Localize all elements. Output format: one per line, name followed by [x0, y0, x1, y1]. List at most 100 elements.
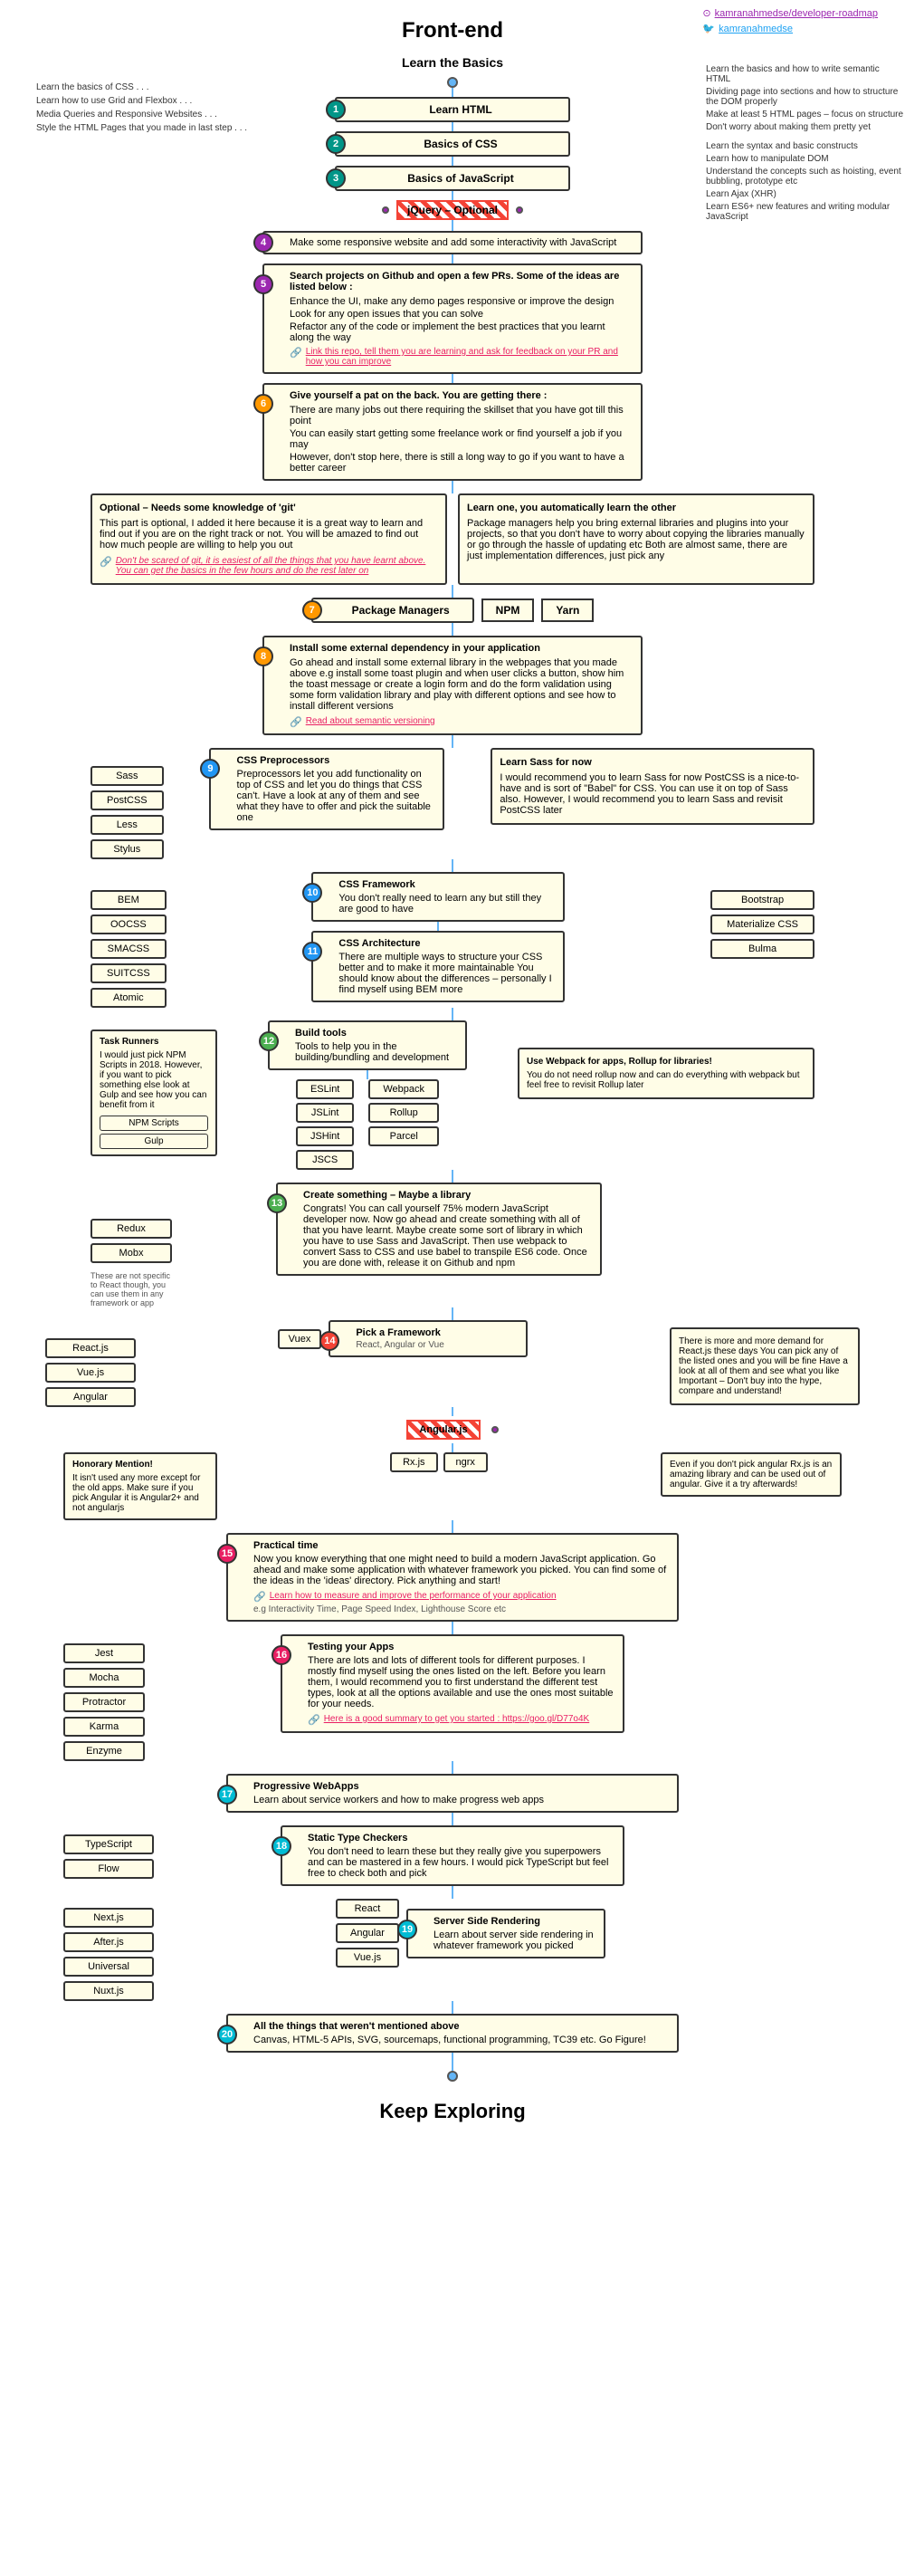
jest-box: Jest	[63, 1643, 145, 1663]
ngrx-box: ngrx	[443, 1452, 488, 1472]
s4-text: Make some responsive website and add som…	[290, 237, 616, 248]
s12-body: Tools to help you in the building/bundli…	[295, 1041, 456, 1063]
s17-num: 17	[217, 1785, 237, 1805]
s14-note: There is more and more demand for React.…	[679, 1336, 851, 1396]
s18-num: 18	[272, 1836, 291, 1856]
github-icon: ⊙	[702, 7, 710, 19]
s16-body: There are lots and lots of different too…	[308, 1655, 614, 1709]
js-note-3: Understand the concepts such as hoisting…	[706, 167, 905, 187]
html-label: Learn HTML	[429, 103, 491, 116]
learn-one-body: Package managers help you bring external…	[467, 518, 805, 561]
css-note-1: Learn the basics of CSS . . .	[36, 82, 247, 92]
s15-link[interactable]: Learn how to measure and improve the per…	[270, 1591, 557, 1601]
mobx-box: Mobx	[90, 1243, 172, 1263]
s18-body: You don't need to learn these but they r…	[308, 1846, 614, 1879]
atomic-box: Atomic	[90, 988, 167, 1008]
s8-num: 8	[253, 646, 273, 666]
suitcss-box: SUITCSS	[90, 963, 167, 983]
js-note-1: Learn the syntax and basic constructs	[706, 141, 905, 151]
s10-body: You don't really need to learn any but s…	[338, 893, 554, 915]
angular-note-body: Even if you don't pick angular Rx.js is …	[670, 1460, 833, 1489]
react-ssr-box: React	[336, 1899, 399, 1919]
twitter-link[interactable]: kamranahmedse	[719, 24, 793, 34]
s7-num: 7	[302, 600, 322, 620]
sass-box: Sass	[90, 766, 164, 786]
html-box: 1 Learn HTML	[335, 97, 570, 122]
bem-box: BEM	[90, 890, 167, 910]
s15-link-icon: 🔗	[253, 1591, 266, 1603]
s9-num: 9	[200, 759, 220, 779]
s20-title: All the things that weren't mentioned ab…	[253, 2021, 668, 2032]
css-num: 2	[326, 134, 346, 154]
js-note-4: Learn Ajax (XHR)	[706, 189, 905, 199]
git-link-icon: 🔗	[100, 556, 112, 568]
s17-body: Learn about service workers and how to m…	[253, 1795, 668, 1805]
nuxtjs-box: Nuxt.js	[63, 1981, 154, 2001]
git-link[interactable]: Don't be scared of git, it is easiest of…	[116, 556, 438, 576]
s19-body: Learn about server side rendering in wha…	[433, 1930, 595, 1951]
redux-note: These are not specific to React though, …	[90, 1271, 172, 1307]
webpack-note-body: You do not need rollup now and can do ev…	[527, 1070, 805, 1090]
s11-body: There are multiple ways to structure you…	[338, 952, 554, 995]
github-link[interactable]: kamranahmedse/developer-roadmap	[715, 8, 878, 19]
s16-link-icon: 🔗	[308, 1714, 320, 1726]
parcel-box: Parcel	[368, 1126, 439, 1146]
js-note-2: Learn how to manipulate DOM	[706, 154, 905, 164]
s11-num: 11	[302, 942, 322, 962]
s5-link-icon: 🔗	[290, 347, 302, 359]
angular-box-left: Angular	[45, 1387, 136, 1407]
s18-title: Static Type Checkers	[308, 1833, 614, 1843]
karma-box: Karma	[63, 1717, 145, 1737]
task-runners-box: Task Runners I would just pick NPM Scrip…	[90, 1029, 217, 1156]
learn-sass-title: Learn Sass for now	[500, 757, 805, 768]
s10-num: 10	[302, 883, 322, 903]
less-box: Less	[90, 815, 164, 835]
css-label: Basics of CSS	[424, 138, 497, 150]
s15-examples: e.g Interactivity Time, Page Speed Index…	[253, 1604, 668, 1614]
js-num: 3	[326, 168, 346, 188]
s5-item-3: Refactor any of the code or implement th…	[290, 321, 632, 343]
s15-num: 15	[217, 1544, 237, 1564]
universal-box: Universal	[63, 1957, 154, 1977]
afterjs-box: After.js	[63, 1932, 154, 1952]
js-label: Basics of JavaScript	[407, 172, 513, 185]
bootstrap-box: Bootstrap	[710, 890, 814, 910]
yarn-box: Yarn	[541, 599, 594, 622]
eslint-box: ESLint	[296, 1079, 354, 1099]
reactjs-box: React.js	[45, 1338, 136, 1358]
s5-link[interactable]: Link this repo, tell them you are learni…	[306, 347, 632, 367]
s15-body: Now you know everything that one might n…	[253, 1554, 668, 1586]
s5-num: 5	[253, 274, 273, 294]
css-box: 2 Basics of CSS	[335, 131, 570, 157]
html-note-3: Make at least 5 HTML pages – focus on st…	[706, 110, 905, 120]
s6-title: Give yourself a pat on the back. You are…	[290, 390, 632, 401]
html-note-2: Dividing page into sections and how to s…	[706, 87, 905, 107]
rollup-box: Rollup	[368, 1103, 439, 1123]
s12-title: Build tools	[295, 1028, 456, 1039]
flow-box: Flow	[63, 1859, 154, 1879]
s9-title: CSS Preprocessors	[236, 755, 433, 766]
s14-title: Pick a Framework	[356, 1327, 517, 1338]
s7-label: Package Managers	[352, 604, 450, 617]
css-note-2: Learn how to use Grid and Flexbox . . .	[36, 96, 247, 106]
s8-body: Go ahead and install some external libra…	[290, 657, 632, 712]
gulp-box: Gulp	[100, 1134, 208, 1149]
webpack-box: Webpack	[368, 1079, 439, 1099]
task-runners-title: Task Runners	[100, 1037, 208, 1047]
optional-git-body: This part is optional, I added it here b…	[100, 518, 438, 551]
s10-title: CSS Framework	[338, 879, 554, 890]
vuejs-box-left: Vue.js	[45, 1363, 136, 1383]
s13-num: 13	[267, 1193, 287, 1213]
npm-box: NPM	[481, 599, 535, 622]
html-num: 1	[326, 100, 346, 120]
honorary-body: It isn't used any more except for the ol…	[72, 1473, 208, 1513]
s16-link[interactable]: Here is a good summary to get you starte…	[324, 1714, 590, 1724]
s8-link[interactable]: Read about semantic versioning	[306, 716, 435, 726]
twitter-icon: 🐦	[702, 23, 715, 34]
learn-one-title: Learn one, you automatically learn the o…	[467, 503, 805, 513]
honorary-box: Honorary Mention! It isn't used any more…	[63, 1452, 217, 1520]
optional-git-title: Optional – Needs some knowledge of 'git'	[100, 503, 438, 513]
s5-item-1: Enhance the UI, make any demo pages resp…	[290, 296, 632, 307]
s20-num: 20	[217, 2025, 237, 2045]
stylus-box: Stylus	[90, 839, 164, 859]
